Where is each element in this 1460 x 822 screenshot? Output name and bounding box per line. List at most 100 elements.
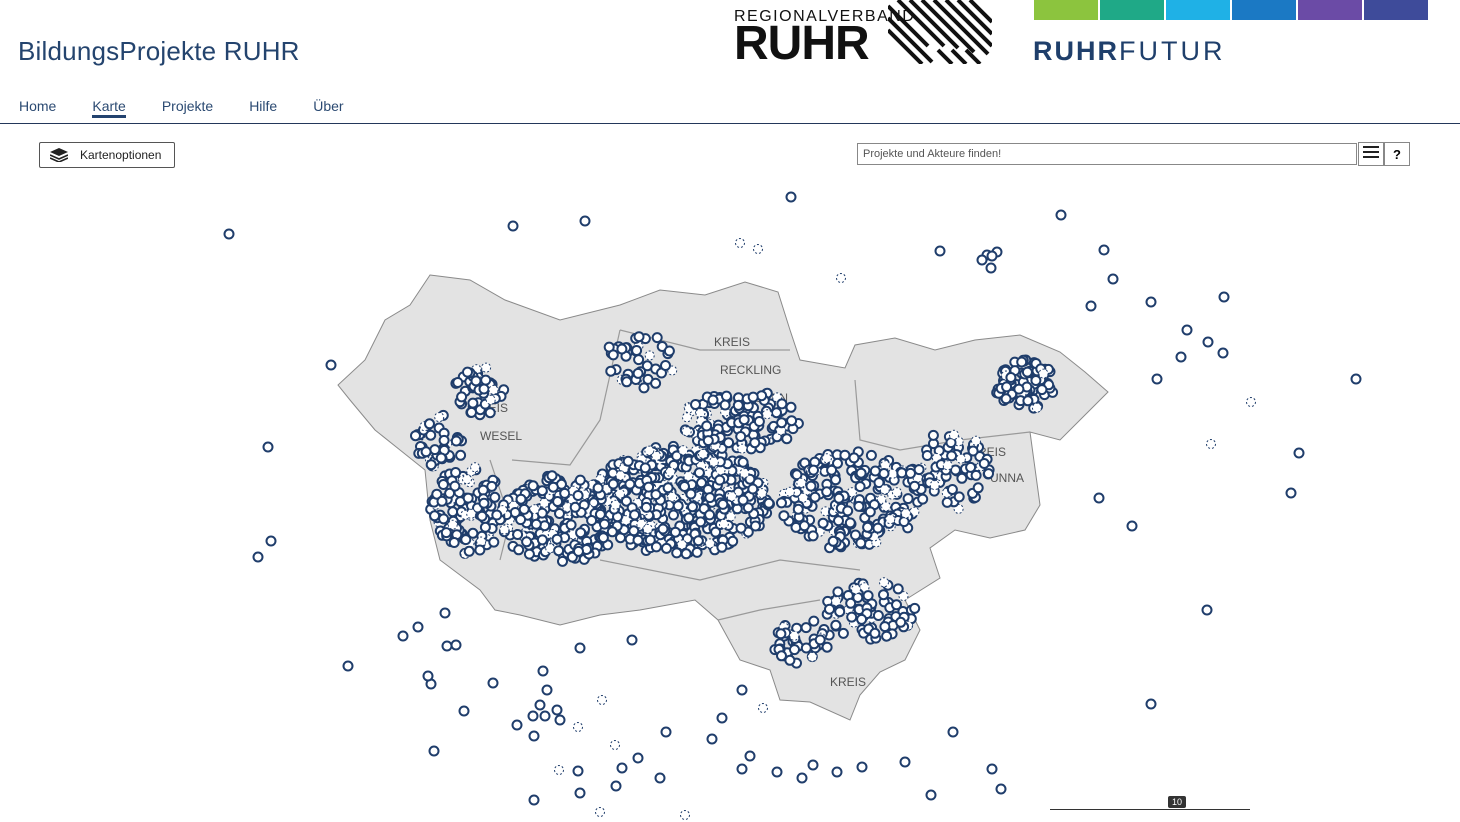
project-marker[interactable]	[718, 518, 729, 529]
project-marker[interactable]	[441, 640, 453, 652]
project-marker[interactable]	[1085, 300, 1097, 312]
project-marker[interactable]	[462, 366, 473, 378]
project-marker[interactable]	[872, 610, 884, 621]
project-marker[interactable]	[665, 466, 676, 477]
project-marker[interactable]	[891, 487, 902, 498]
project-marker[interactable]	[832, 586, 844, 598]
project-marker[interactable]	[499, 524, 510, 535]
project-marker[interactable]	[1293, 447, 1305, 459]
project-marker[interactable]	[732, 399, 744, 411]
project-marker[interactable]	[817, 517, 829, 529]
project-marker[interactable]	[872, 522, 884, 534]
project-marker[interactable]	[480, 374, 492, 386]
project-marker[interactable]	[771, 407, 782, 419]
project-marker[interactable]	[704, 509, 716, 521]
project-marker[interactable]	[775, 628, 787, 640]
project-marker[interactable]	[607, 478, 619, 490]
project-marker[interactable]	[862, 521, 874, 533]
project-marker[interactable]	[554, 765, 564, 775]
project-marker[interactable]	[486, 480, 498, 492]
project-marker[interactable]	[1181, 324, 1193, 336]
project-marker[interactable]	[837, 627, 849, 639]
project-marker[interactable]	[695, 408, 706, 419]
project-marker[interactable]	[917, 493, 929, 505]
project-marker[interactable]	[808, 615, 820, 627]
project-marker[interactable]	[781, 433, 793, 445]
project-marker[interactable]	[606, 526, 618, 538]
project-marker[interactable]	[478, 497, 490, 509]
project-marker[interactable]	[534, 699, 546, 711]
nav-karte[interactable]: Karte	[92, 98, 126, 118]
project-marker[interactable]	[1031, 402, 1042, 413]
project-marker[interactable]	[527, 710, 539, 722]
project-marker[interactable]	[621, 376, 633, 388]
project-marker[interactable]	[821, 641, 833, 653]
project-marker[interactable]	[796, 772, 808, 784]
project-marker[interactable]	[723, 437, 735, 449]
project-marker[interactable]	[651, 332, 663, 344]
project-marker[interactable]	[905, 467, 916, 479]
project-marker[interactable]	[705, 538, 715, 549]
project-marker[interactable]	[671, 547, 683, 559]
project-marker[interactable]	[410, 430, 421, 442]
project-marker[interactable]	[1107, 273, 1119, 285]
project-marker[interactable]	[735, 238, 745, 248]
project-marker[interactable]	[807, 530, 819, 542]
project-marker[interactable]	[536, 534, 548, 546]
project-marker[interactable]	[1246, 397, 1256, 407]
project-marker[interactable]	[719, 399, 731, 411]
project-marker[interactable]	[716, 712, 728, 724]
project-marker[interactable]	[727, 535, 739, 547]
project-marker[interactable]	[610, 740, 620, 750]
project-marker[interactable]	[676, 539, 687, 550]
project-marker[interactable]	[776, 650, 787, 662]
project-marker[interactable]	[420, 446, 432, 458]
project-marker[interactable]	[856, 761, 868, 773]
project-marker[interactable]	[574, 787, 586, 799]
project-marker[interactable]	[891, 599, 902, 611]
project-marker[interactable]	[456, 391, 468, 403]
project-marker[interactable]	[776, 417, 788, 429]
project-marker[interactable]	[809, 491, 821, 503]
project-marker[interactable]	[489, 491, 501, 503]
project-marker[interactable]	[892, 583, 904, 595]
project-marker[interactable]	[749, 437, 761, 449]
project-marker[interactable]	[523, 548, 535, 560]
nav-projekte[interactable]: Projekte	[162, 98, 213, 118]
project-marker[interactable]	[624, 478, 636, 490]
project-marker[interactable]	[683, 512, 695, 524]
project-marker[interactable]	[956, 472, 968, 484]
project-marker[interactable]	[896, 467, 908, 479]
project-marker[interactable]	[789, 630, 800, 641]
project-marker[interactable]	[574, 642, 586, 654]
project-marker[interactable]	[717, 498, 729, 510]
project-marker[interactable]	[551, 704, 563, 716]
project-marker[interactable]	[528, 730, 540, 742]
project-marker[interactable]	[528, 794, 540, 806]
project-marker[interactable]	[1098, 244, 1110, 256]
project-marker[interactable]	[660, 726, 672, 738]
project-marker[interactable]	[597, 695, 607, 705]
project-marker[interactable]	[462, 474, 472, 485]
project-marker[interactable]	[632, 752, 644, 764]
project-marker[interactable]	[638, 382, 650, 394]
project-marker[interactable]	[629, 509, 641, 521]
project-marker[interactable]	[798, 520, 810, 532]
project-marker[interactable]	[573, 545, 584, 557]
project-marker[interactable]	[824, 603, 835, 615]
project-marker[interactable]	[995, 783, 1007, 795]
project-marker[interactable]	[463, 545, 475, 557]
project-marker[interactable]	[424, 418, 435, 430]
project-marker[interactable]	[631, 345, 643, 356]
project-marker[interactable]	[737, 443, 748, 454]
project-marker[interactable]	[739, 468, 750, 479]
project-marker[interactable]	[547, 481, 559, 493]
project-marker[interactable]	[744, 750, 756, 762]
project-marker[interactable]	[784, 486, 795, 497]
project-marker[interactable]	[633, 354, 645, 366]
project-marker[interactable]	[881, 630, 893, 642]
project-marker[interactable]	[466, 508, 477, 519]
project-marker[interactable]	[967, 445, 979, 457]
project-marker[interactable]	[687, 501, 698, 513]
project-marker[interactable]	[574, 474, 586, 486]
